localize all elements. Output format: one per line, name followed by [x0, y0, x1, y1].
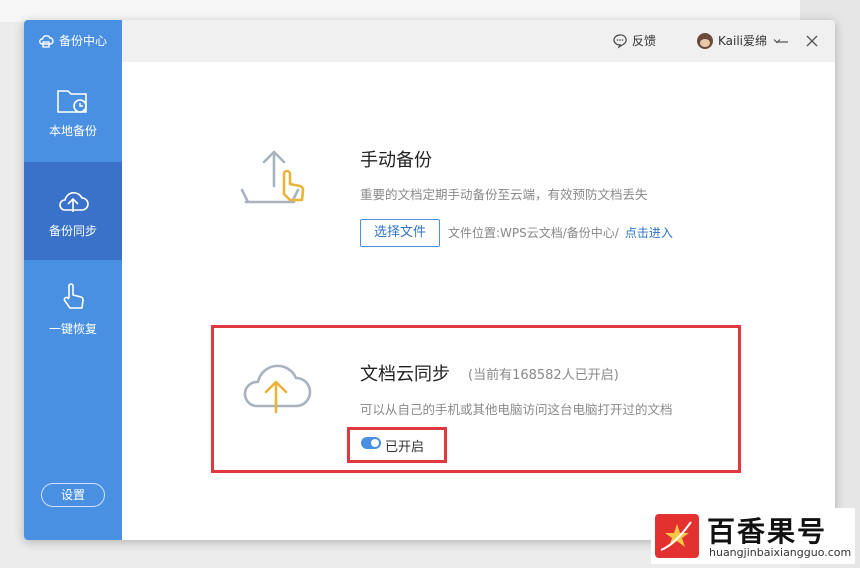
- highlight-box-toggle: [347, 427, 447, 463]
- background-window-strip: [0, 0, 800, 22]
- manual-backup-title: 手动备份: [360, 150, 432, 171]
- feedback-button[interactable]: 反馈: [612, 32, 656, 49]
- sidebar-item-label: 一键恢复: [48, 322, 97, 336]
- watermark: 百香果号 huangjinbaixiangguo.com: [651, 508, 855, 564]
- feedback-label: 反馈: [632, 34, 657, 48]
- manual-upload-icon: [240, 150, 305, 204]
- sidebar-item-one-click-restore[interactable]: 一键恢复: [24, 260, 122, 358]
- chat-bubble-icon: [613, 33, 627, 49]
- sidebar: 备份中心 本地备份 备份同步 一键恢复 设置: [24, 20, 122, 540]
- user-menu[interactable]: Kaili爱绵: [697, 32, 782, 49]
- highlight-box-cloud-sync: [211, 325, 741, 473]
- title-bar: 反馈 Kaili爱绵: [122, 20, 835, 62]
- sidebar-item-backup-sync[interactable]: 备份同步: [24, 162, 122, 260]
- file-location-path: 文件位置:WPS云文档/备份中心/: [448, 226, 619, 240]
- app-brand: 备份中心: [38, 32, 107, 49]
- user-name: Kaili爱绵: [718, 34, 768, 48]
- cloud-drive-icon: [39, 34, 54, 48]
- cloud-upload-icon: [59, 192, 89, 212]
- sidebar-item-local-backup[interactable]: 本地备份: [24, 64, 122, 162]
- settings-button[interactable]: 设置: [41, 483, 105, 507]
- app-title: 备份中心: [59, 34, 108, 48]
- folder-clock-icon: [57, 90, 87, 113]
- file-location: 文件位置:WPS云文档/备份中心/点击进入: [448, 224, 673, 241]
- manual-backup-description: 重要的文档定期手动备份至云端，有效预防文档丢失: [360, 187, 648, 202]
- star-logo-icon: [660, 521, 692, 551]
- watermark-url: huangjinbaixiangguo.com: [709, 546, 852, 559]
- open-location-link[interactable]: 点击进入: [625, 226, 673, 240]
- minimize-icon[interactable]: [774, 33, 790, 49]
- hand-pointer-icon: [63, 283, 84, 309]
- watermark-logo: [655, 514, 699, 558]
- avatar: [697, 32, 713, 49]
- choose-file-button[interactable]: 选择文件: [360, 219, 440, 247]
- sidebar-item-label: 本地备份: [48, 124, 97, 138]
- sidebar-item-label: 备份同步: [48, 224, 97, 238]
- close-icon[interactable]: [804, 33, 820, 49]
- watermark-title: 百香果号: [707, 515, 828, 548]
